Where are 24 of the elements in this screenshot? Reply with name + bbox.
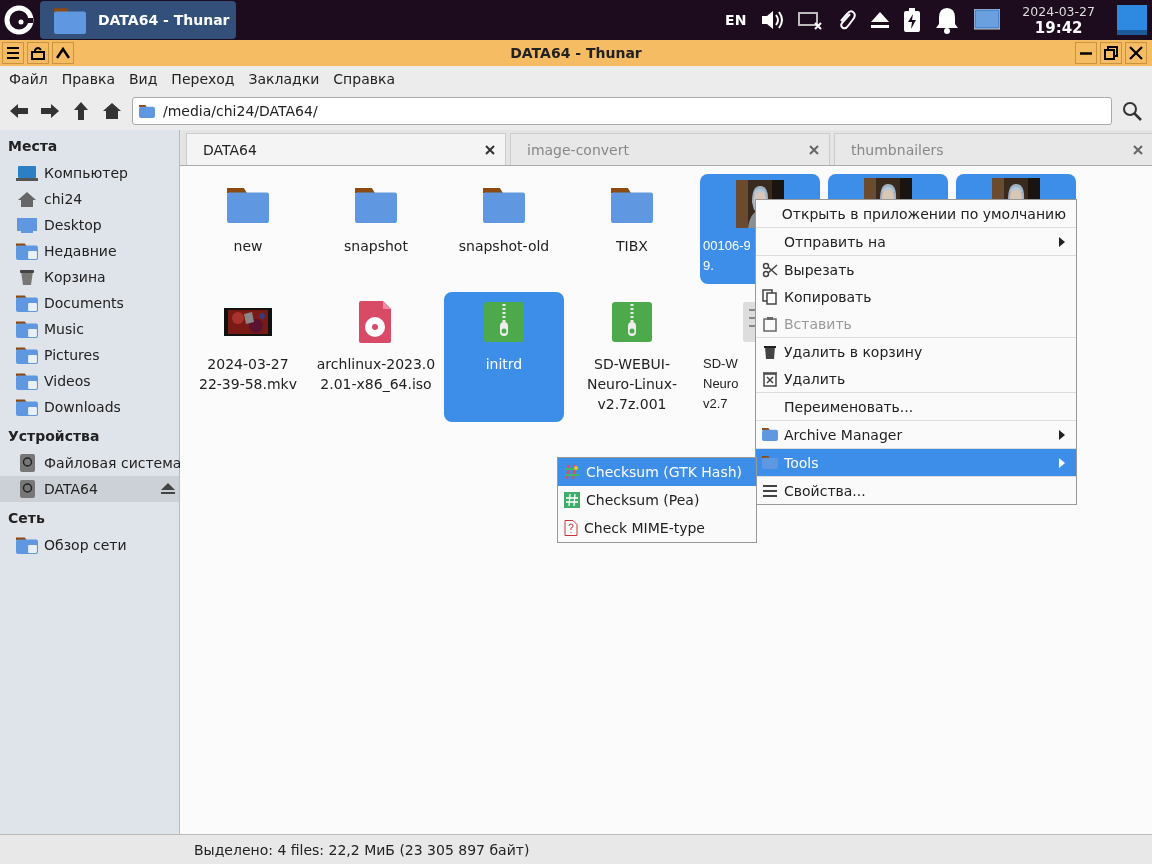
sidebar-heading: Места — [7, 137, 59, 156]
date-text: 2024-03-27 — [1022, 3, 1095, 19]
file-name: archlinux-2023.0 — [316, 355, 436, 374]
file-name: 9. — [703, 257, 714, 275]
status-text: Выделено: 4 files: 22,2 МиБ (23 305 897 байт) — [0, 834, 1152, 864]
clock-time: 19:42 — [1034, 18, 1083, 37]
file-name: TIBX — [616, 237, 648, 256]
file-name: v2.7 — [703, 395, 728, 413]
file-name: snapshot-old — [458, 237, 550, 256]
file-name: 00106-9 — [703, 237, 751, 255]
file-name: v2.7z.001 — [597, 395, 667, 414]
sidebar-heading: Сеть — [7, 509, 46, 528]
file-name: initrd — [485, 355, 523, 374]
window-title: DATA64 - Thunar — [509, 45, 643, 61]
sidebar-heading: Устройства — [7, 427, 101, 446]
file-name: snapshot — [344, 237, 408, 256]
file-name: new — [233, 237, 263, 256]
file-name: 2.01-x86_64.iso — [320, 375, 432, 394]
file-name: 22-39-58.mkv — [199, 375, 297, 394]
file-name: 2024-03-27 — [207, 355, 289, 374]
file-name: Neuro-Linux- — [586, 375, 678, 394]
file-name: SD-WEBUI- — [594, 355, 670, 374]
file-name: Neuro — [703, 375, 739, 393]
file-name: SD-W — [703, 355, 738, 373]
